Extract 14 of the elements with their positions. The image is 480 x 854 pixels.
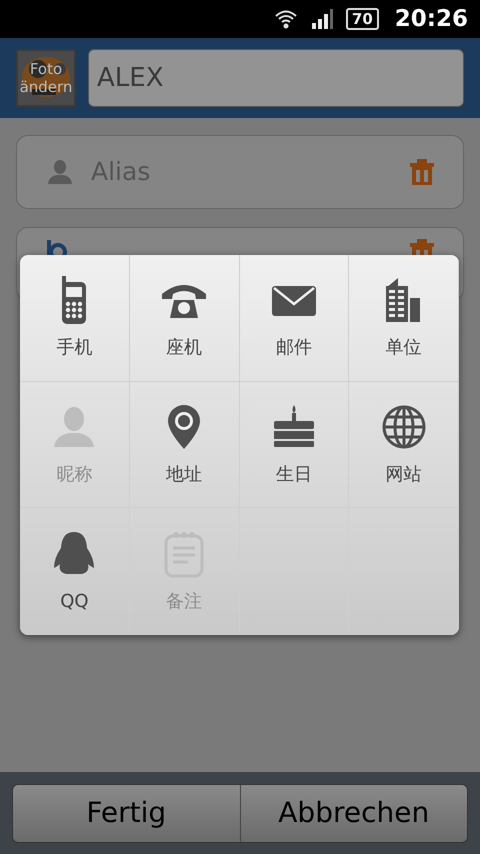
battery-indicator: 70: [346, 8, 379, 30]
field-type-option[interactable]: 生日: [240, 382, 350, 508]
field-type-option[interactable]: QQ: [20, 508, 130, 635]
field-type-option[interactable]: 邮件: [240, 255, 350, 382]
name-field[interactable]: ALEX: [88, 49, 464, 107]
field-type-option[interactable]: 单位: [349, 255, 459, 382]
field-type-option[interactable]: 手机: [20, 255, 130, 382]
photo-button[interactable]: Foto ändern: [16, 49, 76, 107]
field-type-option[interactable]: 地址: [130, 382, 240, 508]
cancel-button[interactable]: Abbrechen: [240, 784, 467, 842]
clock: 20:26: [394, 4, 468, 34]
field-type-option[interactable]: 座机: [130, 255, 240, 382]
field-type-option[interactable]: 网站: [349, 382, 459, 508]
done-button[interactable]: Fertig: [13, 784, 240, 842]
